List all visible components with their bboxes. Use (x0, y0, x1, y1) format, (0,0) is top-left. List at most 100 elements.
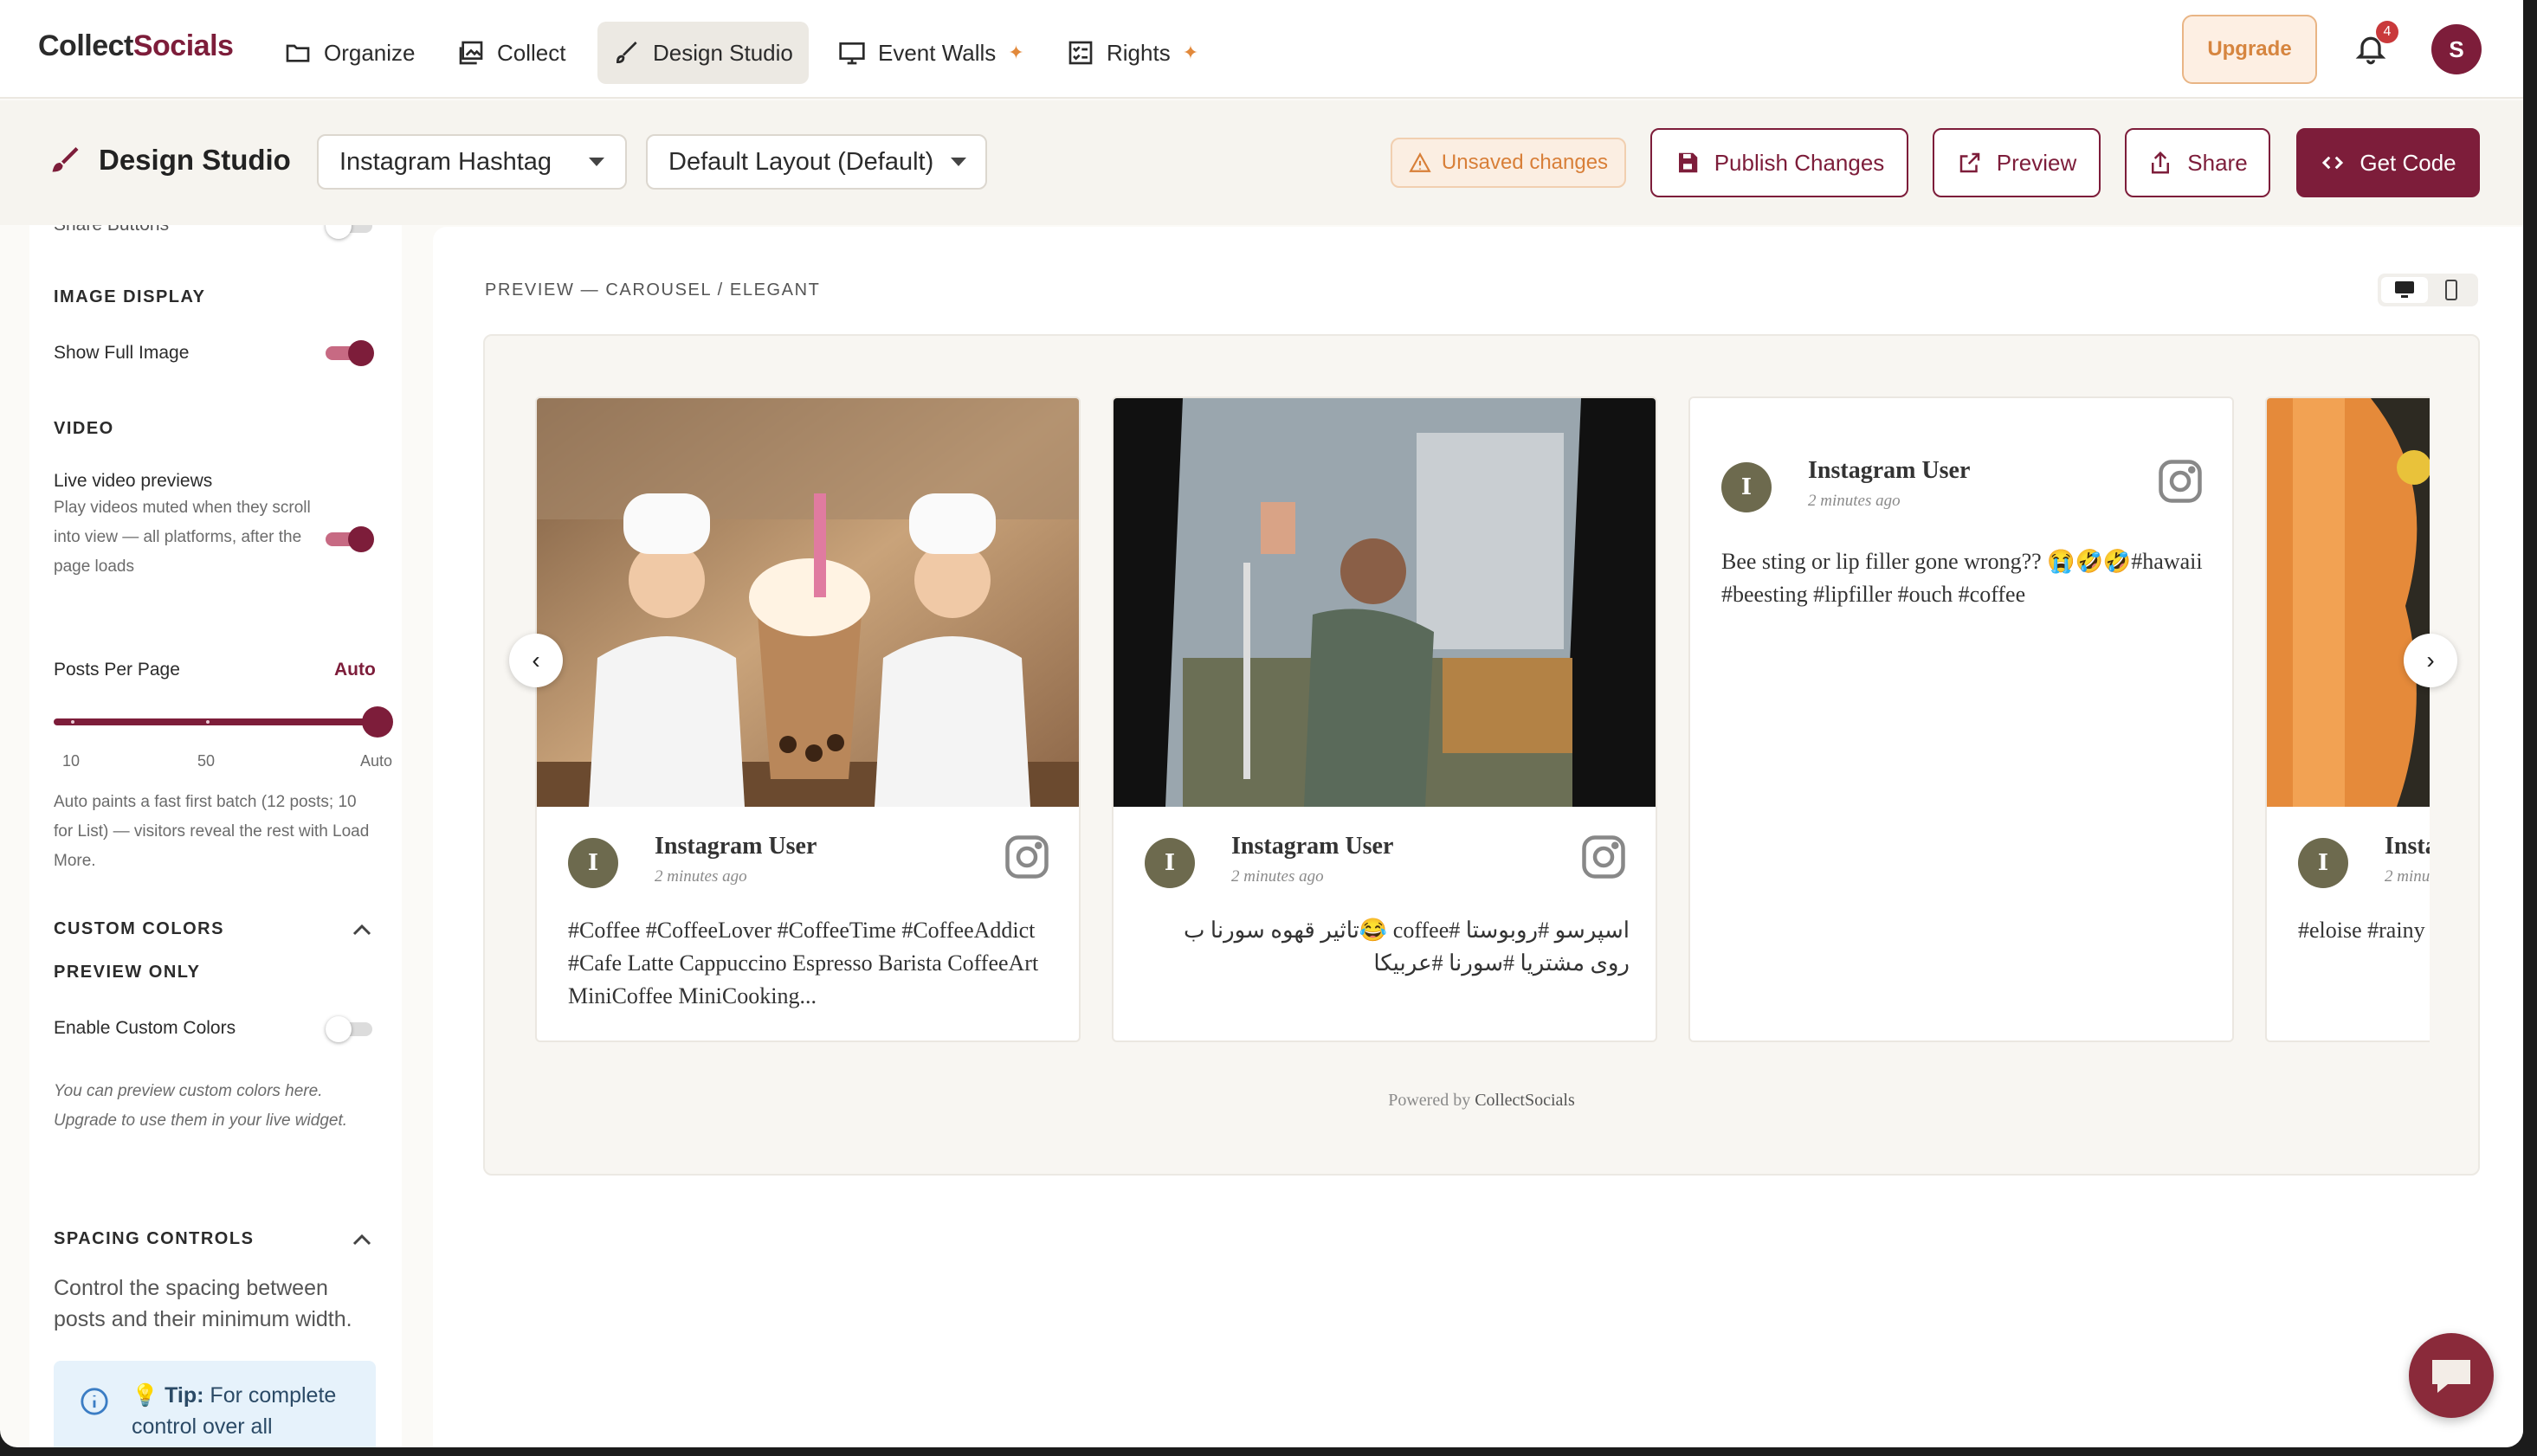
logo-text-collect: Collect (38, 29, 133, 62)
post-card[interactable]: I Instagram User 2 minutes ago #eloise #… (2265, 396, 2430, 1042)
layout-select[interactable]: Default Layout (Default) (646, 134, 987, 190)
source-select-value: Instagram Hashtag (339, 147, 552, 176)
preview-button[interactable]: Preview (1933, 128, 2101, 197)
share-buttons-label: Share Buttons (54, 225, 169, 235)
instagram-icon[interactable] (2154, 455, 2206, 507)
tip-text-block: 💡 Tip: For complete control over all (132, 1380, 365, 1442)
post-timestamp: 2 minutes ago (2385, 867, 2430, 886)
desktop-view-button[interactable] (2381, 277, 2428, 303)
carousel-next-button[interactable]: › (2404, 634, 2457, 687)
preview-panel: PREVIEW — CAROUSEL / ELEGANT I Instagram… (433, 227, 2523, 1447)
get-code-label: Get Code (2359, 149, 2456, 176)
post-caption: #eloise #rainy (2298, 918, 2425, 943)
avatar[interactable]: S (2431, 24, 2482, 74)
publish-changes-button[interactable]: Publish Changes (1650, 128, 1908, 197)
logo-text-socials: Socials (132, 29, 234, 62)
slider-tick (71, 720, 74, 724)
nav-collect[interactable]: Collect (442, 22, 581, 84)
chevron-right-icon: › (2426, 647, 2435, 673)
powered-by-prefix: Powered by (1388, 1091, 1471, 1110)
show-full-image-toggle[interactable] (326, 340, 374, 366)
post-card[interactable]: I Instagram User 2 minutes ago #Coffee #… (535, 396, 1081, 1042)
post-image (537, 398, 1079, 807)
live-video-label: Live video previews (54, 471, 213, 491)
chevron-down-icon (589, 158, 604, 166)
mobile-icon (2445, 280, 2457, 300)
avatar: I (2298, 838, 2348, 888)
posts-per-page-slider-handle[interactable] (362, 706, 393, 738)
chat-button[interactable] (2409, 1333, 2494, 1418)
nav-event-walls[interactable]: Event Walls ✦ (823, 22, 1040, 84)
nav-organize-label: Organize (324, 39, 416, 66)
chevron-left-icon: ‹ (532, 647, 540, 673)
posts-per-page-value: Auto (334, 660, 376, 680)
share-button[interactable]: Share (2125, 128, 2270, 197)
logo[interactable]: CollectSocials (38, 29, 234, 63)
post-card[interactable]: I Instagram User 2 minutes ago اسپرسو #ر… (1112, 396, 1657, 1042)
nav-collect-label: Collect (497, 39, 566, 66)
code-icon (2322, 156, 2344, 170)
monitor-icon (839, 42, 865, 65)
post-meta: I Instagram User 2 minutes ago (1145, 828, 1630, 897)
nav-rights[interactable]: Rights ✦ (1051, 22, 1214, 84)
show-full-image-label: Show Full Image (54, 343, 190, 363)
posts-per-page-help: Auto paints a fast first batch (12 posts… (54, 793, 370, 870)
tip-text: For complete control over all (132, 1383, 337, 1439)
folder-icon (286, 44, 310, 62)
post-card[interactable]: I Instagram User 2 minutes ago Bee sting… (1688, 396, 2234, 1042)
share-label: Share (2187, 149, 2248, 176)
posts-per-page-slider-track[interactable] (54, 718, 378, 725)
get-code-button[interactable]: Get Code (2296, 128, 2480, 197)
post-username: Instagram User (655, 833, 817, 860)
live-video-toggle[interactable] (326, 526, 374, 552)
nav-design-studio-label: Design Studio (653, 39, 793, 66)
notification-badge: 4 (2376, 21, 2398, 43)
mobile-view-button[interactable] (2428, 277, 2475, 303)
unsaved-changes-text: Unsaved changes (1441, 151, 1609, 174)
source-select[interactable]: Instagram Hashtag (317, 134, 627, 190)
avatar: I (1145, 838, 1195, 888)
desktop-icon (2395, 281, 2414, 298)
device-toggle (2378, 274, 2478, 306)
chevron-up-icon[interactable] (352, 1233, 372, 1247)
avatar: I (1721, 462, 1772, 512)
custom-colors-heading: CUSTOM COLORS (54, 919, 224, 938)
app-window: CollectSocials Organize Collect Design S… (0, 0, 2523, 1447)
instagram-icon[interactable] (1001, 831, 1053, 883)
settings-sidebar[interactable]: Share Buttons IMAGE DISPLAY Show Full Im… (29, 225, 402, 1447)
images-icon (459, 41, 483, 65)
slider-mid-label: 50 (197, 752, 216, 770)
spacing-controls-heading: SPACING CONTROLS (54, 1229, 255, 1248)
publish-changes-label: Publish Changes (1714, 149, 1885, 176)
post-timestamp: 2 minutes ago (1808, 492, 1901, 510)
upgrade-button[interactable]: Upgrade (2182, 15, 2317, 84)
post-meta: I Instagram User 2 minutes ago (568, 828, 1053, 897)
chevron-up-icon[interactable] (352, 923, 372, 937)
posts-per-page-label: Posts Per Page (54, 660, 180, 680)
chat-icon (2432, 1360, 2470, 1393)
nav-event-walls-label: Event Walls (878, 39, 997, 66)
live-video-description: Play videos muted when they scroll into … (54, 499, 311, 576)
info-icon (81, 1388, 108, 1415)
unsaved-changes-badge: Unsaved changes (1391, 138, 1626, 188)
nav-rights-label: Rights (1107, 39, 1171, 66)
tip-label: Tip: (165, 1383, 204, 1408)
checklist-icon (1068, 41, 1093, 65)
instagram-icon[interactable] (1578, 831, 1630, 883)
tip-box: 💡 Tip: For complete control over all (54, 1361, 376, 1447)
preview-title: PREVIEW — CAROUSEL / ELEGANT (485, 280, 821, 300)
enable-custom-colors-toggle[interactable] (326, 1016, 374, 1042)
carousel-prev-button[interactable]: ‹ (509, 634, 563, 687)
post-meta: I Instagram User 2 minutes ago (2298, 828, 2430, 897)
nav-design-studio[interactable]: Design Studio (597, 22, 809, 84)
powered-by: Powered by CollectSocials (485, 1091, 2478, 1111)
share-buttons-toggle[interactable] (326, 225, 374, 239)
carousel-track: I Instagram User 2 minutes ago #Coffee #… (535, 396, 2430, 1054)
post-caption: Bee sting or lip filler gone wrong?? 😭🤣🤣… (1721, 549, 2203, 607)
post-username: Instagram User (1231, 833, 1394, 860)
powered-by-brand[interactable]: CollectSocials (1475, 1091, 1575, 1110)
avatar: I (568, 838, 618, 888)
page-title: Design Studio (48, 144, 291, 177)
nav-organize[interactable]: Organize (268, 22, 431, 84)
warning-icon (1409, 152, 1431, 172)
